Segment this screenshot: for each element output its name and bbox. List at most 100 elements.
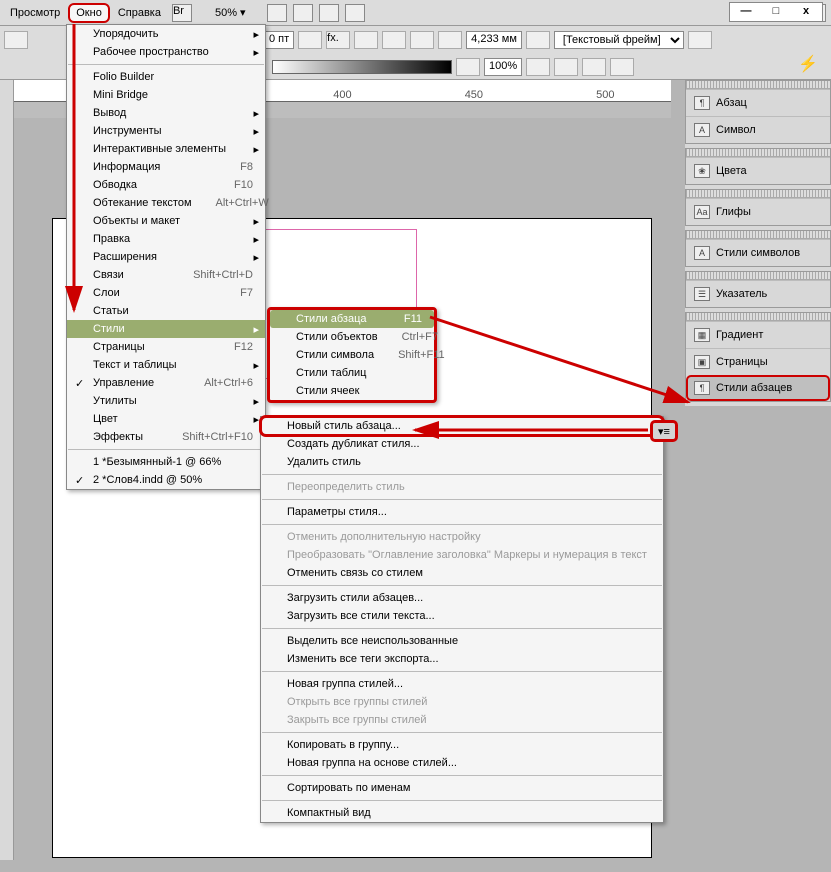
menu-item[interactable]: 2 *Слов4.indd @ 50% — [67, 471, 265, 489]
menu-item[interactable]: УправлениеAlt+Ctrl+6 — [67, 374, 265, 392]
context-menu-item: Открыть все группы стилей — [261, 693, 663, 711]
styles-submenu: Стили абзацаF11Стили объектовCtrl+F7Стил… — [267, 307, 437, 403]
submenu-item[interactable]: Стили символаShift+F11 — [270, 346, 434, 364]
menu-item[interactable]: Расширения — [67, 248, 265, 266]
offset-field[interactable]: 4,233 мм — [466, 31, 522, 49]
menu-item[interactable]: Цвет — [67, 410, 265, 428]
layout-icon[interactable] — [345, 4, 365, 22]
fit1-icon[interactable] — [456, 58, 480, 76]
context-menu-item[interactable]: Выделить все неиспользованные — [261, 632, 663, 650]
context-menu-item[interactable]: Компактный вид — [261, 804, 663, 822]
view-options-icon[interactable] — [319, 4, 339, 22]
options-icon[interactable] — [688, 31, 712, 49]
panel-icon: ☰ — [694, 287, 710, 301]
textwrap4-icon[interactable] — [438, 31, 462, 49]
panel-icon: A — [694, 123, 710, 137]
panel-tab[interactable]: ¶ Стили абзацев — [686, 375, 830, 401]
zoom-combo[interactable]: 50% ▾ — [215, 6, 246, 19]
fit3-icon[interactable] — [554, 58, 578, 76]
panel-icon: A — [694, 246, 710, 260]
submenu-item[interactable]: Стили ячеек — [270, 382, 434, 400]
context-menu-item[interactable]: Новая группа на основе стилей... — [261, 754, 663, 772]
textwrap1-icon[interactable] — [354, 31, 378, 49]
menu-item[interactable]: СвязиShift+Ctrl+D — [67, 266, 265, 284]
menu-item[interactable]: Рабочее пространство — [67, 43, 265, 61]
context-menu-item[interactable]: Загрузить стили абзацев... — [261, 589, 663, 607]
menu-item[interactable]: 1 *Безымянный-1 @ 66% — [67, 453, 265, 471]
fit4-icon[interactable] — [582, 58, 606, 76]
context-menu-item[interactable]: Удалить стиль — [261, 453, 663, 471]
menu-item[interactable]: Обтекание текстомAlt+Ctrl+W — [67, 194, 265, 212]
context-menu-item: Закрыть все группы стилей — [261, 711, 663, 729]
textwrap3-icon[interactable] — [410, 31, 434, 49]
panel-menu-button[interactable]: ▾≡ — [650, 420, 678, 442]
panel-icon: Aa — [694, 205, 710, 219]
minimize-button[interactable]: — — [734, 5, 758, 19]
panel-tab[interactable]: AСтили символов — [686, 239, 830, 266]
fit2-icon[interactable] — [526, 58, 550, 76]
panels-dock: ¶Абзац A Символ ❀Цвета AaГлифы AСтили символо… — [685, 80, 831, 406]
context-menu-item[interactable]: Параметры стиля... — [261, 503, 663, 521]
close-button[interactable]: x — [794, 5, 818, 19]
panel-tab[interactable]: AaГлифы — [686, 198, 830, 225]
panel-tab[interactable]: ¶Абзац — [686, 89, 830, 116]
menu-item[interactable]: СтраницыF12 — [67, 338, 265, 356]
preview-icon[interactable] — [610, 58, 634, 76]
context-menu-item[interactable]: Изменить все теги экспорта... — [261, 650, 663, 668]
menu-item[interactable]: Утилиты — [67, 392, 265, 410]
submenu-item[interactable]: Стили объектовCtrl+F7 — [270, 328, 434, 346]
menubar: Просмотр Окно Справка Br 50% ▾ Книга ▾ — [0, 0, 831, 26]
stroke-weight-field[interactable]: 0 пт — [264, 31, 294, 49]
context-menu-item[interactable]: Новая группа стилей... — [261, 675, 663, 693]
menu-item[interactable]: Упорядочить — [67, 25, 265, 43]
context-menu-item[interactable]: Новый стиль абзаца... — [261, 417, 663, 435]
context-menu-item[interactable]: Создать дубликат стиля... — [261, 435, 663, 453]
textframe-icon[interactable] — [526, 31, 550, 49]
menu-item[interactable]: Текст и таблицы — [67, 356, 265, 374]
panel-tab[interactable]: ▦Градиент — [686, 321, 830, 348]
swatch-icon[interactable] — [298, 31, 322, 49]
menu-item[interactable]: Правка — [67, 230, 265, 248]
menu-item[interactable]: Инструменты — [67, 122, 265, 140]
textframe-combo[interactable]: [Текстовый фрейм] — [554, 31, 684, 49]
menu-view[interactable]: Просмотр — [2, 3, 68, 23]
panel-tab[interactable]: ▣Страницы — [686, 348, 830, 375]
panel-tab[interactable]: ☰Указатель — [686, 280, 830, 307]
submenu-item[interactable]: Стили абзацаF11 — [270, 310, 434, 328]
screen-mode-icon[interactable] — [267, 4, 287, 22]
menu-window[interactable]: Окно — [68, 3, 110, 23]
menu-item[interactable]: Статьи — [67, 302, 265, 320]
context-menu-item[interactable]: Сортировать по именам — [261, 779, 663, 797]
zoom2-field[interactable]: 100% — [484, 58, 522, 76]
panel-label: Стили абзацев — [716, 382, 792, 394]
context-menu-item[interactable]: Загрузить все стили текста... — [261, 607, 663, 625]
arrange-icon[interactable] — [293, 4, 313, 22]
menu-item[interactable]: Интерактивные элементы — [67, 140, 265, 158]
maximize-button[interactable]: □ — [764, 5, 788, 19]
menu-item[interactable]: ИнформацияF8 — [67, 158, 265, 176]
bridge-icon[interactable]: Br — [172, 4, 192, 22]
menu-item[interactable]: СлоиF7 — [67, 284, 265, 302]
char-panel-icon[interactable] — [4, 31, 28, 49]
lightning-icon[interactable]: ⚡ — [789, 54, 827, 74]
menu-help[interactable]: Справка — [110, 3, 169, 23]
submenu-item[interactable]: Стили таблиц — [270, 364, 434, 382]
menu-item[interactable]: ЭффектыShift+Ctrl+F10 — [67, 428, 265, 446]
menu-item[interactable]: Объекты и макет — [67, 212, 265, 230]
panel-label: Символ — [716, 124, 756, 136]
context-menu-item[interactable]: Копировать в группу... — [261, 736, 663, 754]
panel-icon: ¶ — [694, 381, 710, 395]
context-menu-item[interactable]: Отменить связь со стилем — [261, 564, 663, 582]
fx-icon[interactable]: fx. — [326, 31, 350, 49]
panel-tab[interactable]: A Символ — [686, 116, 830, 143]
panel-tab[interactable]: ❀Цвета — [686, 157, 830, 184]
gradient-ramp[interactable] — [272, 60, 452, 74]
menu-item[interactable]: Стили — [67, 320, 265, 338]
menu-item[interactable]: Вывод — [67, 104, 265, 122]
menu-item[interactable]: ОбводкаF10 — [67, 176, 265, 194]
context-menu-item: Преобразовать "Оглавление заголовка" Мар… — [261, 546, 663, 564]
tools-panel[interactable] — [0, 80, 14, 860]
menu-item[interactable]: Mini Bridge — [67, 86, 265, 104]
textwrap2-icon[interactable] — [382, 31, 406, 49]
menu-item[interactable]: Folio Builder — [67, 68, 265, 86]
